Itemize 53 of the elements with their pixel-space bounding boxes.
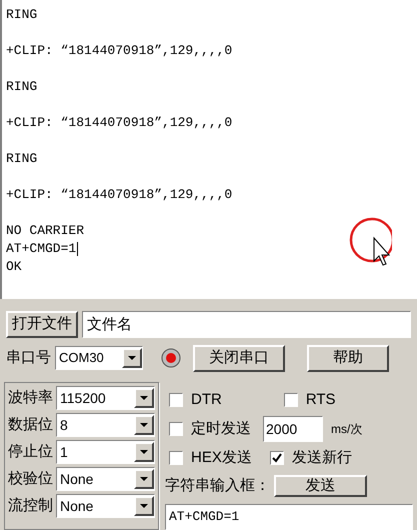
- caret-icon: [140, 450, 148, 454]
- checkbox-label: 发送新行: [292, 448, 352, 468]
- terminal-line: AT+CMGD=1: [6, 240, 78, 258]
- dropdown-arrow-button[interactable]: [134, 442, 154, 462]
- terminal-line: +CLIP: “18144070918”,129,,,,0: [6, 42, 232, 60]
- terminal-line: NO CARRIER: [6, 222, 84, 240]
- checkbox-label: RTS: [306, 390, 336, 410]
- terminal-line: +CLIP: “18144070918”,129,,,,0: [6, 114, 232, 132]
- dropdown-arrow-button[interactable]: [134, 469, 154, 489]
- close-port-button[interactable]: 关闭串口: [193, 344, 285, 372]
- setting-label: 校验位: [8, 468, 53, 489]
- setting-dropdown[interactable]: 8: [56, 413, 155, 437]
- send-button[interactable]: 发送: [274, 475, 367, 497]
- checkbox[interactable]: [270, 451, 284, 465]
- checkbox-label: 定时发送: [191, 418, 251, 439]
- setting-label: 流控制: [8, 496, 53, 516]
- checkbox[interactable]: [169, 393, 183, 407]
- dropdown-arrow-button[interactable]: [122, 348, 142, 368]
- setting-label: 数据位: [8, 414, 53, 435]
- help-button[interactable]: 帮助: [307, 344, 389, 372]
- dropdown-arrow-button[interactable]: [134, 415, 154, 435]
- caret-icon: [140, 477, 148, 481]
- caret-icon: [140, 423, 148, 427]
- setting-label: 波特率: [8, 388, 53, 408]
- check-icon: [272, 453, 282, 463]
- interval-unit: ms/次: [331, 421, 362, 438]
- interval-field[interactable]: 2000: [263, 416, 323, 442]
- checkbox-label: HEX发送: [191, 448, 252, 468]
- checkbox[interactable]: [284, 393, 298, 407]
- setting-dropdown[interactable]: None: [56, 467, 155, 491]
- caret-icon: [140, 504, 148, 508]
- filename-field[interactable]: 文件名: [82, 311, 411, 338]
- checkbox[interactable]: [169, 451, 183, 465]
- port-label: 串口号: [6, 348, 51, 368]
- caret-icon: [128, 356, 136, 360]
- caret-icon: [140, 396, 148, 400]
- input-label: 字符串输入框：: [165, 476, 270, 496]
- checkbox-label: DTR: [191, 390, 222, 410]
- port-dropdown[interactable]: COM30: [55, 346, 143, 370]
- dropdown-arrow-button[interactable]: [134, 388, 154, 408]
- checkbox[interactable]: [169, 422, 183, 436]
- terminal-line: OK: [6, 258, 22, 276]
- terminal-line: +CLIP: “18144070918”,129,,,,0: [6, 186, 232, 204]
- setting-label: 停止位: [8, 442, 53, 462]
- open-file-button[interactable]: 打开文件: [6, 311, 78, 338]
- terminal-line: RING: [6, 6, 38, 24]
- dropdown-arrow-button[interactable]: [134, 496, 154, 516]
- setting-dropdown[interactable]: 115200: [56, 386, 155, 410]
- terminal-line: RING: [6, 150, 38, 168]
- setting-dropdown[interactable]: None: [56, 494, 155, 518]
- string-input-field[interactable]: AT+CMGD=1: [165, 504, 413, 530]
- setting-dropdown[interactable]: 1: [56, 440, 155, 464]
- terminal-line: RING: [6, 78, 38, 96]
